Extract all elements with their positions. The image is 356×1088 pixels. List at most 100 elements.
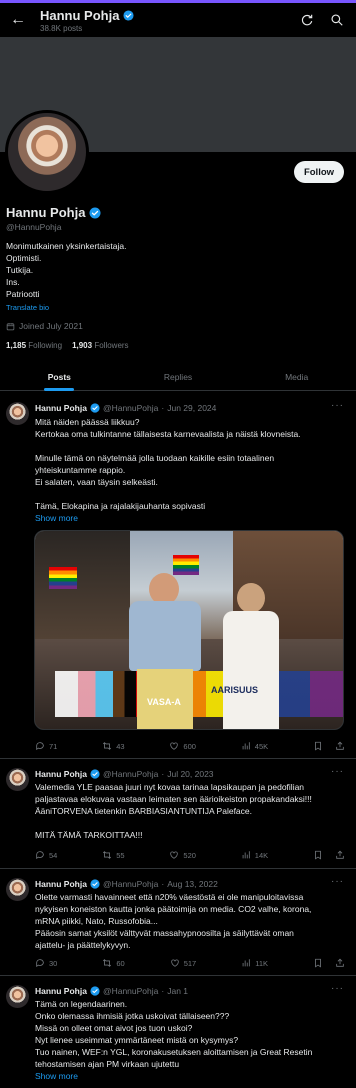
repost-count: 43 xyxy=(116,741,125,751)
tweet-date[interactable]: Aug 13, 2022 xyxy=(167,879,218,889)
like-button[interactable]: 517 xyxy=(170,958,196,968)
tweet[interactable]: Hannu Pohja @HannuPohja · Jul 20, 2023 ·… xyxy=(0,759,356,869)
more-options-icon[interactable]: ··· xyxy=(331,876,344,887)
tweet-author-name[interactable]: Hannu Pohja xyxy=(35,769,87,779)
tweet-avatar[interactable] xyxy=(6,402,29,425)
header-icons xyxy=(300,13,344,27)
share-icon[interactable] xyxy=(335,850,345,860)
media-rainbow-flag xyxy=(173,555,199,575)
tweet-actions: 54 55 520 14K xyxy=(35,850,345,860)
media-rainbow-flag xyxy=(49,567,77,589)
bookmark-icon[interactable] xyxy=(313,958,323,968)
tweet-handle[interactable]: @HannuPohja xyxy=(103,879,158,889)
more-options-icon[interactable]: ··· xyxy=(331,400,344,411)
translate-bio-link[interactable]: Translate bio xyxy=(6,303,49,312)
tweet-line: Mitä näiden päässä liikkuu? xyxy=(35,417,140,427)
like-button[interactable]: 600 xyxy=(169,741,196,751)
tweet-actions: 71 43 600 45K xyxy=(35,741,345,751)
tweet-header: Hannu Pohja @HannuPohja · Jun 29, 2024 xyxy=(35,403,216,413)
views-icon xyxy=(242,959,250,967)
verified-badge-icon xyxy=(123,9,134,21)
share-icon[interactable] xyxy=(335,741,345,751)
tweet-line: yhteiskuntamme rappio. xyxy=(35,465,126,475)
reply-button[interactable]: 54 xyxy=(35,850,57,860)
tweet-media-image[interactable]: AARISUUS VASA-A xyxy=(34,530,344,730)
arrow-left-icon[interactable]: ← xyxy=(6,11,30,29)
views-button[interactable]: 11K xyxy=(241,958,268,968)
reply-button[interactable]: 30 xyxy=(35,958,57,968)
tweet-handle[interactable]: @HannuPohja xyxy=(103,403,158,413)
tweet-avatar[interactable] xyxy=(6,768,29,791)
refresh-icon[interactable] xyxy=(300,13,314,27)
tweet-text: Mitä näiden päässä liikkuu? Kertokaa oma… xyxy=(35,416,347,524)
tweet-handle[interactable]: @HannuPohja xyxy=(103,986,158,996)
profile-handle: @HannuPohja xyxy=(6,222,62,232)
tweet-actions: 30 60 517 11K xyxy=(35,958,345,968)
views-icon xyxy=(242,742,250,750)
repost-icon xyxy=(103,851,112,859)
verified-badge-icon xyxy=(89,207,101,218)
search-icon[interactable] xyxy=(330,13,344,27)
tweet-header: Hannu Pohja @HannuPohja · Jan 1 xyxy=(35,986,188,996)
show-more-link[interactable]: Show more xyxy=(35,1070,347,1082)
more-options-icon[interactable]: ··· xyxy=(331,766,344,777)
repost-button[interactable]: 43 xyxy=(102,741,125,751)
reply-count: 71 xyxy=(49,741,58,751)
more-options-icon[interactable]: ··· xyxy=(331,983,344,994)
tweet-handle[interactable]: @HannuPohja xyxy=(103,769,158,779)
tweet-avatar[interactable] xyxy=(6,878,29,901)
profile-tabs: Posts Replies Media xyxy=(0,366,356,391)
share-icon[interactable] xyxy=(335,958,345,968)
tweet[interactable]: Hannu Pohja @HannuPohja · Jan 1 ··· Tämä… xyxy=(0,976,356,1088)
tweet-line: paljastavaa elokuvaa vastaan leimaten se… xyxy=(35,794,312,804)
tweet-line: Pääosin samat yksilöt välttyvät massahyp… xyxy=(35,928,294,938)
media-person-woman xyxy=(211,583,291,729)
tweet-author-name[interactable]: Hannu Pohja xyxy=(35,986,87,996)
tweet[interactable]: Hannu Pohja @HannuPohja · Aug 13, 2022 ·… xyxy=(0,869,356,976)
following-link[interactable]: 1,185 Following xyxy=(6,341,62,350)
tweet-line-break xyxy=(35,488,347,500)
tweet-line: Onko olemassa ihmisiä jotka uskoivat täl… xyxy=(35,1011,230,1021)
show-more-link[interactable]: Show more xyxy=(35,512,347,524)
profile-avatar[interactable] xyxy=(5,110,89,194)
profile-name: Hannu Pohja xyxy=(6,205,86,220)
tweet-author-name[interactable]: Hannu Pohja xyxy=(35,403,87,413)
follow-button[interactable]: Follow xyxy=(294,161,344,183)
tweet-separator: · xyxy=(161,769,165,779)
bio-line: Tutkija. xyxy=(6,265,34,275)
tweet-line: Minulle tämä on näytelmää jolla tuodaan … xyxy=(35,453,275,463)
repost-button[interactable]: 60 xyxy=(102,958,125,968)
tweet-avatar[interactable] xyxy=(6,985,29,1008)
followers-link[interactable]: 1,903 Followers xyxy=(72,341,129,350)
bookmark-icon[interactable] xyxy=(313,850,323,860)
tab-replies[interactable]: Replies xyxy=(119,366,238,390)
repost-button[interactable]: 55 xyxy=(102,850,125,860)
bookmark-icon[interactable] xyxy=(313,741,323,751)
media-banner-text: AARISUUS xyxy=(211,685,259,695)
like-button[interactable]: 520 xyxy=(169,850,196,860)
tweet-line: Tämä, Elokapina ja rajalakijauhanta sopi… xyxy=(35,501,206,511)
tweet-separator: · xyxy=(161,403,165,413)
tweet-line-break xyxy=(35,440,347,452)
header-name: Hannu Pohja xyxy=(40,7,120,23)
tab-media[interactable]: Media xyxy=(237,366,356,390)
header-title-block: Hannu Pohja 38.8K posts xyxy=(40,8,300,33)
repost-count: 55 xyxy=(116,850,125,860)
tweet-date[interactable]: Jan 1 xyxy=(167,986,188,996)
bio-line: Ins. xyxy=(6,277,20,287)
reply-count: 54 xyxy=(49,850,58,860)
view-count: 11K xyxy=(255,958,268,968)
profile-header: ← Hannu Pohja 38.8K posts xyxy=(0,3,356,37)
verified-badge-icon xyxy=(90,769,100,779)
tab-posts[interactable]: Posts xyxy=(0,366,119,391)
reply-button[interactable]: 71 xyxy=(35,741,57,751)
repost-count: 60 xyxy=(116,958,125,968)
views-button[interactable]: 45K xyxy=(241,741,268,751)
views-button[interactable]: 14K xyxy=(241,850,268,860)
tweet-author-name[interactable]: Hannu Pohja xyxy=(35,879,87,889)
tweet-line: MITÄ TÄMÄ TARKOITTAA!!! xyxy=(35,830,143,840)
tweet-date[interactable]: Jun 29, 2024 xyxy=(167,403,216,413)
reply-icon xyxy=(36,851,44,860)
tweet-date[interactable]: Jul 20, 2023 xyxy=(167,769,213,779)
tweet-line: mRNA piikki, Nato, Russofobia... xyxy=(35,916,158,926)
